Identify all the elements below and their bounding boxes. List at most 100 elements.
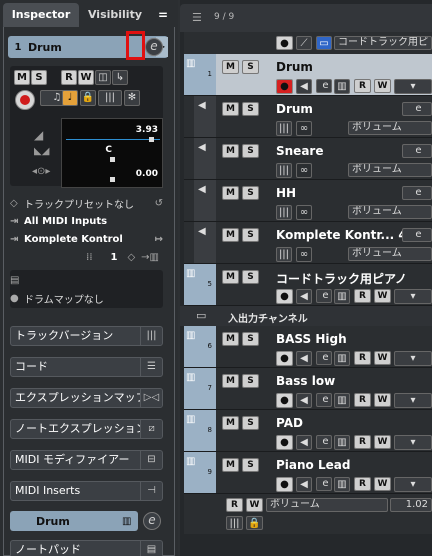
lanes-icon[interactable]: ||| [276, 205, 292, 220]
channel-menu-icon[interactable]: →▥ [141, 252, 159, 263]
pan-thumb[interactable] [110, 157, 115, 162]
edit-button[interactable]: e [402, 228, 432, 242]
solo-button[interactable]: S [242, 102, 259, 116]
read-button[interactable]: R [354, 351, 371, 365]
section-notepad[interactable]: ノートパッド ▤ [10, 540, 163, 556]
solo-button[interactable]: S [242, 60, 259, 74]
mute-button[interactable]: M [222, 332, 239, 346]
solo-button[interactable]: S [242, 332, 259, 346]
piano-icon[interactable]: ▥ [334, 477, 350, 492]
lock-icon[interactable]: 🔒 [80, 90, 96, 106]
section-track-versions[interactable]: トラックバージョン ||| [10, 326, 163, 346]
track-row[interactable]: ◀ M S Komplete Kontr... 4 e ||| ∞ ボリューム [184, 222, 432, 264]
write-button[interactable]: W [374, 393, 391, 407]
read-button[interactable]: R [354, 79, 371, 93]
lanes-icon[interactable]: ||| [98, 90, 122, 106]
output-arrow-icon[interactable]: ↦ [155, 234, 163, 245]
track-name[interactable]: BASS High [276, 332, 347, 346]
automation-icon[interactable]: ▾ [394, 393, 432, 408]
track-name[interactable]: Bass low [276, 374, 335, 388]
bottom-volume-select[interactable]: ボリューム [266, 498, 388, 512]
automation-icon[interactable]: ▾ [394, 79, 432, 94]
volume-select[interactable]: ボリューム [348, 163, 432, 177]
monitor-icon[interactable]: ◀ [296, 351, 312, 366]
read-button[interactable]: R [354, 289, 371, 303]
preset-row[interactable]: ◇ トラックプリセットなし ↺ [10, 194, 163, 212]
record-button[interactable]: ● [276, 393, 293, 408]
mute-button[interactable]: M [222, 144, 239, 158]
solo-button[interactable]: S [242, 416, 259, 430]
track-row[interactable]: ▥ 1 M S Drum ● ◀ e ▥ R W ▾ [184, 54, 432, 96]
record-button[interactable]: ● [276, 351, 293, 366]
monitor-icon[interactable]: ◀ [296, 289, 312, 304]
track-name[interactable]: Drum [276, 102, 313, 116]
instrument-edit-button[interactable]: e [143, 512, 161, 530]
section-chords[interactable]: コード ☰ [10, 357, 163, 377]
channel-value[interactable]: 1 [111, 252, 118, 263]
piano-icon[interactable]: ▥ [334, 289, 350, 304]
track-row[interactable]: ▥ 5 M S コードトラック用ピアノ ● ◀ e ▥ R W ▾ [184, 264, 432, 306]
solo-button[interactable]: S [242, 270, 259, 284]
monitor-icon[interactable]: ◀ [296, 435, 312, 450]
volume-slider[interactable] [66, 139, 160, 140]
edit-button[interactable]: e [316, 79, 332, 93]
track-row[interactable]: ◀ M S Sneare e ||| ∞ ボリューム [184, 138, 432, 180]
mute-button[interactable]: M [222, 60, 239, 74]
volume-select[interactable]: ボリューム [348, 205, 432, 219]
global-folder-icon[interactable]: ▭ [316, 36, 332, 50]
bottom-read-button[interactable]: R [226, 498, 243, 512]
edit-button[interactable]: e [316, 351, 332, 365]
edit-button[interactable]: e [316, 477, 332, 491]
track-name[interactable]: コードトラック用ピアノ [276, 270, 407, 287]
global-curve-icon[interactable]: ⟋ [296, 36, 312, 50]
tab-inspector[interactable]: Inspector [3, 3, 79, 27]
channel-row[interactable]: ⁞⁞ 1 ◇ →▥ [10, 248, 163, 266]
solo-button[interactable]: S [242, 228, 259, 242]
bottom-value[interactable]: 1.02 [390, 498, 432, 512]
lanes-icon[interactable]: ||| [276, 163, 292, 178]
track-row[interactable]: ▥ 7 M S Bass low ● ◀ e ▥ R W ▾ [184, 368, 432, 410]
timebase-icon[interactable]: ♩ [62, 90, 78, 106]
volume-thumb[interactable] [149, 137, 154, 142]
record-button[interactable]: ● [276, 289, 293, 304]
mute-button[interactable]: M [222, 458, 239, 472]
section-note-expression[interactable]: ノートエクスプレッション ⧄ [10, 419, 163, 439]
solo-button[interactable]: S [242, 144, 259, 158]
delay-thumb[interactable] [110, 177, 115, 182]
track-name[interactable]: Piano Lead [276, 458, 350, 472]
folder-row[interactable]: ▭ 入出力チャンネル [180, 306, 432, 326]
track-row[interactable]: ▥ 9 M S Piano Lead ● ◀ e ▥ R W ▾ [184, 452, 432, 494]
write-button[interactable]: W [374, 289, 391, 303]
mute-button[interactable]: M [222, 228, 239, 242]
bottom-lock-icon[interactable]: 🔒 [246, 516, 263, 530]
write-button[interactable]: W [374, 435, 391, 449]
lanes-icon[interactable]: ||| [276, 121, 292, 136]
track-name[interactable]: Komplete Kontr... 4 [276, 228, 407, 242]
midi-input-row[interactable]: ⇥ All MIDI Inputs [10, 212, 163, 230]
solo-button[interactable]: S [242, 374, 259, 388]
read-button[interactable]: R [61, 70, 77, 85]
edit-button[interactable]: e [316, 435, 332, 449]
tab-menu-icon[interactable]: = [151, 3, 175, 27]
solo-button[interactable]: S [242, 458, 259, 472]
piano-icon[interactable]: ▥ [334, 435, 350, 450]
automation-icon[interactable]: ▾ [394, 289, 432, 304]
mute-button[interactable]: M [14, 70, 30, 85]
automation-icon[interactable]: ▾ [394, 351, 432, 366]
mute-button[interactable]: M [222, 186, 239, 200]
read-button[interactable]: R [354, 393, 371, 407]
link-icon[interactable]: ∞ [296, 163, 312, 178]
edit-instrument-button[interactable]: e [145, 38, 163, 56]
edit-button[interactable]: e [316, 289, 332, 303]
piano-icon[interactable]: ▥ [334, 351, 350, 366]
bottom-lanes-icon[interactable]: ||| [226, 516, 243, 530]
track-row[interactable]: ◀ M S Drum e ||| ∞ ボリューム [184, 96, 432, 138]
mute-button[interactable]: M [222, 374, 239, 388]
tab-visibility[interactable]: Visibility [79, 3, 151, 27]
volume-select[interactable]: ボリューム [348, 247, 432, 261]
piano-icon[interactable]: ▥ [334, 393, 350, 408]
edit-button[interactable]: e [402, 186, 432, 200]
editor-icon[interactable]: ◫ [95, 70, 111, 85]
track-name[interactable]: PAD [276, 416, 303, 430]
record-button[interactable]: ● [276, 477, 293, 492]
